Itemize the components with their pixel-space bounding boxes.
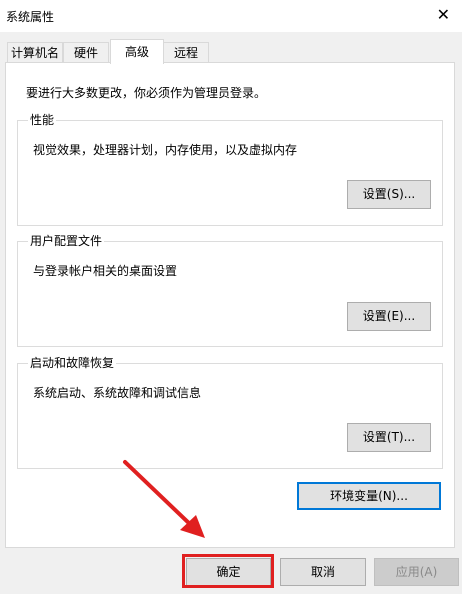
group-user-profiles: 用户配置文件 与登录帐户相关的桌面设置 — [17, 234, 443, 347]
tab-label: 计算机名 — [10, 46, 59, 60]
tab-remote[interactable]: 远程 — [163, 42, 209, 63]
admin-notice: 要进行大多数更改，你必须作为管理员登录。 — [26, 86, 267, 100]
button-label: 环境变量(N)... — [330, 489, 408, 503]
close-icon[interactable]: ✕ — [437, 5, 450, 25]
window-title: 系统属性 — [6, 10, 55, 24]
group-title-startup-recovery: 启动和故障恢复 — [28, 356, 117, 370]
ok-button[interactable]: 确定 — [186, 558, 271, 586]
button-label: 设置(S)... — [362, 187, 416, 201]
apply-button[interactable]: 应用(A) — [374, 558, 459, 586]
button-label: 设置(T)... — [362, 430, 416, 444]
tab-label: 高级 — [124, 45, 149, 59]
cancel-button[interactable]: 取消 — [280, 558, 366, 586]
tab-computer-name[interactable]: 计算机名 — [7, 42, 63, 63]
group-desc-startup-recovery: 系统启动、系统故障和调试信息 — [33, 386, 202, 400]
environment-variables-button[interactable]: 环境变量(N)... — [297, 482, 441, 510]
startup-recovery-settings-button[interactable]: 设置(T)... — [347, 423, 431, 452]
performance-settings-button[interactable]: 设置(S)... — [347, 180, 431, 209]
tab-advanced[interactable]: 高级 — [110, 39, 164, 64]
button-label: 应用(A) — [395, 565, 438, 579]
group-desc-user-profiles: 与登录帐户相关的桌面设置 — [33, 264, 178, 278]
tab-label: 远程 — [173, 46, 198, 60]
group-performance: 性能 视觉效果，处理器计划，内存使用，以及虚拟内存 — [17, 113, 443, 226]
button-label: 确定 — [216, 565, 241, 579]
user-profiles-settings-button[interactable]: 设置(E)... — [347, 302, 431, 331]
button-label: 设置(E)... — [362, 309, 416, 323]
title-bar: 系统属性 ✕ — [0, 0, 462, 32]
tab-label: 硬件 — [73, 46, 98, 60]
tab-hardware[interactable]: 硬件 — [63, 42, 109, 63]
group-title-user-profiles: 用户配置文件 — [28, 234, 105, 248]
group-startup-recovery: 启动和故障恢复 系统启动、系统故障和调试信息 — [17, 356, 443, 469]
button-label: 取消 — [310, 565, 335, 579]
group-desc-performance: 视觉效果，处理器计划，内存使用，以及虚拟内存 — [33, 143, 298, 157]
group-title-performance: 性能 — [28, 113, 57, 127]
